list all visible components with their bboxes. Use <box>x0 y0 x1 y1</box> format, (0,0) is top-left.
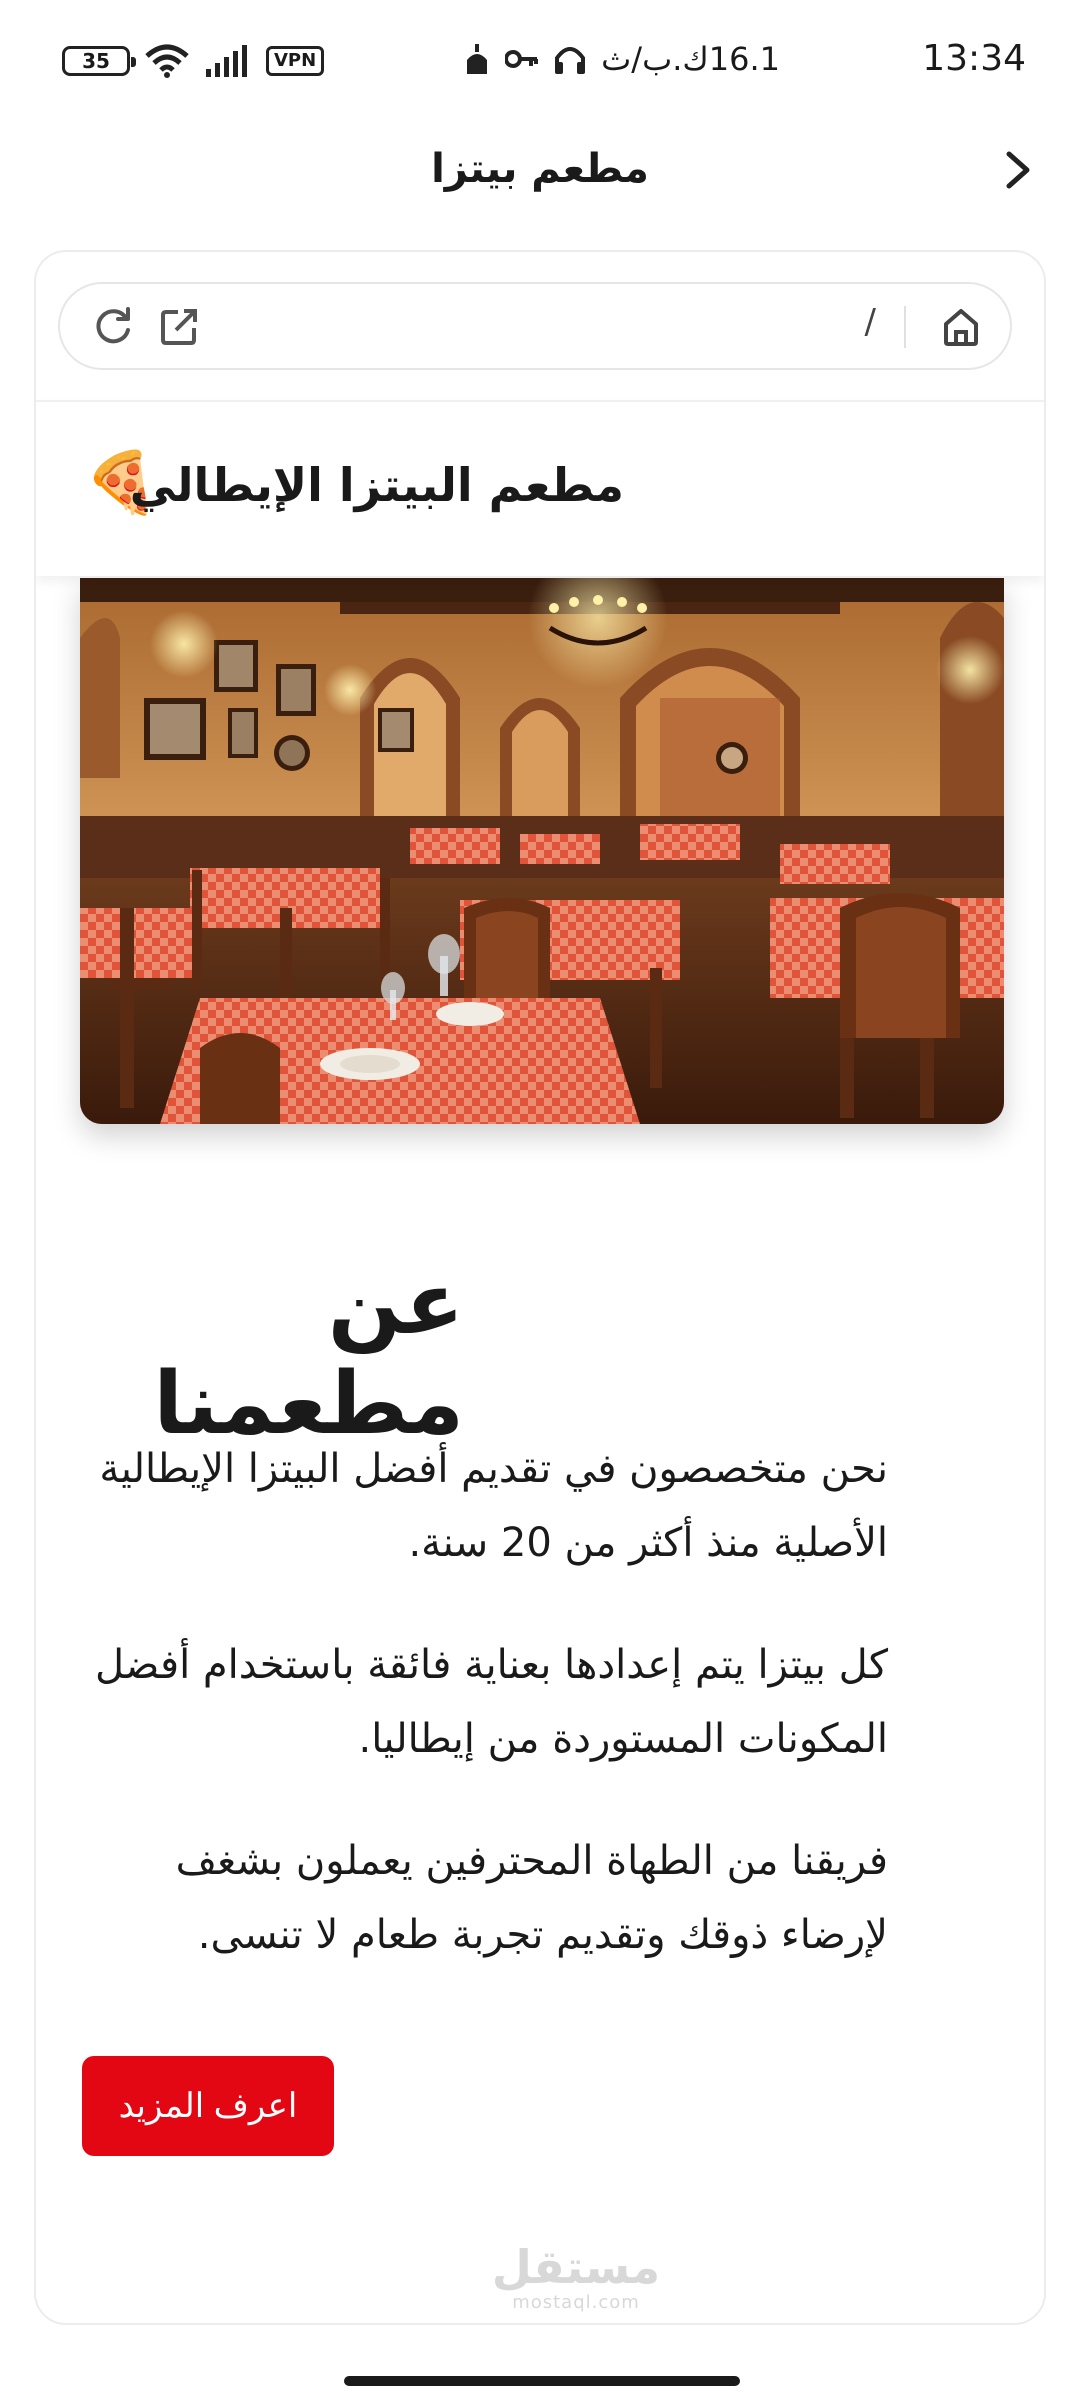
watermark-url: mostaql.com <box>512 2292 640 2313</box>
wifi-icon <box>145 44 189 78</box>
site-title: مطعم البيتزا الإيطالي <box>129 458 624 512</box>
home-icon <box>944 309 978 346</box>
home-button[interactable] <box>936 302 986 352</box>
reload-icon <box>96 307 130 344</box>
about-paragraph-3: فريقنا من الطهاة المحترفين يعملون بشغف ل… <box>175 1838 888 1958</box>
learn-more-button[interactable]: اعرف المزيد <box>82 2056 334 2156</box>
chevron-right-icon <box>1006 151 1030 189</box>
mosque-icon <box>467 44 488 74</box>
battery-icon: 35 <box>62 46 136 76</box>
battery-level: 35 <box>82 49 110 73</box>
about-paragraph-1: نحن متخصصون في تقديم أفضل البيتزا الإيطا… <box>99 1446 888 1566</box>
status-icons-left: 35 VPN <box>62 44 325 78</box>
headphones-icon <box>555 47 586 74</box>
watermark-logo: مستقل <box>491 2240 661 2294</box>
url-path: / <box>864 302 876 342</box>
clock: 13:34 <box>922 38 1026 79</box>
webview-frame: / 🍕 مطعم البيتزا الإيطالي عن مطعمنا نحن … <box>34 250 1046 2325</box>
site-header: 🍕 مطعم البيتزا الإيطالي <box>36 400 1044 576</box>
open-external-button[interactable] <box>156 304 202 350</box>
back-button[interactable] <box>986 138 1050 202</box>
restaurant-interior-image <box>80 578 1004 1124</box>
signal-icon <box>206 45 247 77</box>
key-icon <box>505 50 539 68</box>
vpn-badge: VPN <box>266 46 325 76</box>
about-heading: عن مطعمنا <box>153 1254 464 1454</box>
status-icons-right: 16.1ك.ب/ث <box>463 40 780 78</box>
status-bar: 35 VPN 16.1ك.ب/ث 13:34 <box>0 0 1080 120</box>
url-divider <box>904 306 906 348</box>
hero-image <box>80 578 1004 1124</box>
reload-button[interactable] <box>90 304 136 350</box>
browser-bar: / <box>36 252 1044 400</box>
url-bar[interactable]: / <box>58 282 1012 370</box>
page-title: مطعم بيتزا <box>431 146 649 192</box>
clock-time: 13:34 <box>922 38 1026 79</box>
app-bar: مطعم بيتزا <box>0 120 1080 220</box>
home-indicator[interactable] <box>344 2376 740 2386</box>
data-speed: 16.1ك.ب/ث <box>601 40 780 78</box>
open-external-icon <box>161 309 197 345</box>
about-paragraph-2: كل بيتزا يتم إعدادها بعناية فائقة باستخد… <box>94 1642 888 1762</box>
watermark: مستقل mostaql.com <box>476 2242 676 2313</box>
